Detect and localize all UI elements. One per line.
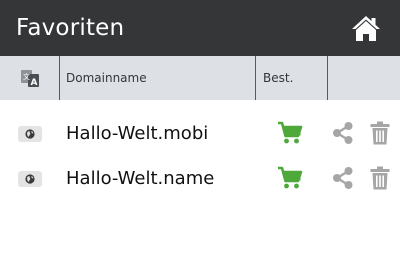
trash-icon [370, 166, 390, 190]
delete-button[interactable] [370, 166, 390, 194]
domain-name[interactable]: Hallo-Welt.name [66, 167, 214, 191]
svg-text:文: 文 [23, 72, 30, 81]
svg-text:A: A [31, 78, 38, 88]
tld-badge [18, 171, 42, 187]
tld-badge [18, 126, 42, 142]
share-icon [333, 167, 353, 189]
column-divider [327, 56, 328, 100]
column-divider [59, 56, 60, 100]
column-divider [255, 56, 256, 100]
table-header: 文 A Domainname Best. [0, 56, 400, 100]
table-row: Hallo-Welt.name [0, 160, 400, 204]
language-translate-icon[interactable]: 文 A [20, 68, 40, 88]
order-button[interactable] [277, 166, 303, 194]
home-button[interactable] [351, 15, 381, 42]
delete-button[interactable] [370, 121, 390, 149]
globe-icon [25, 129, 35, 139]
home-icon [352, 16, 380, 41]
share-button[interactable] [331, 121, 355, 149]
column-header-domainname[interactable]: Domainname [66, 70, 147, 86]
page-title: Favoriten [16, 15, 125, 41]
cart-icon [278, 166, 303, 189]
trash-icon [370, 121, 390, 145]
share-button[interactable] [331, 166, 355, 194]
order-button[interactable] [277, 121, 303, 149]
globe-icon [25, 174, 35, 184]
column-header-order[interactable]: Best. [263, 70, 293, 86]
domain-name[interactable]: Hallo-Welt.mobi [66, 122, 208, 146]
app-titlebar: Favoriten [0, 0, 400, 56]
cart-icon [278, 121, 303, 144]
share-icon [333, 122, 353, 144]
table-row: Hallo-Welt.mobi [0, 115, 400, 159]
